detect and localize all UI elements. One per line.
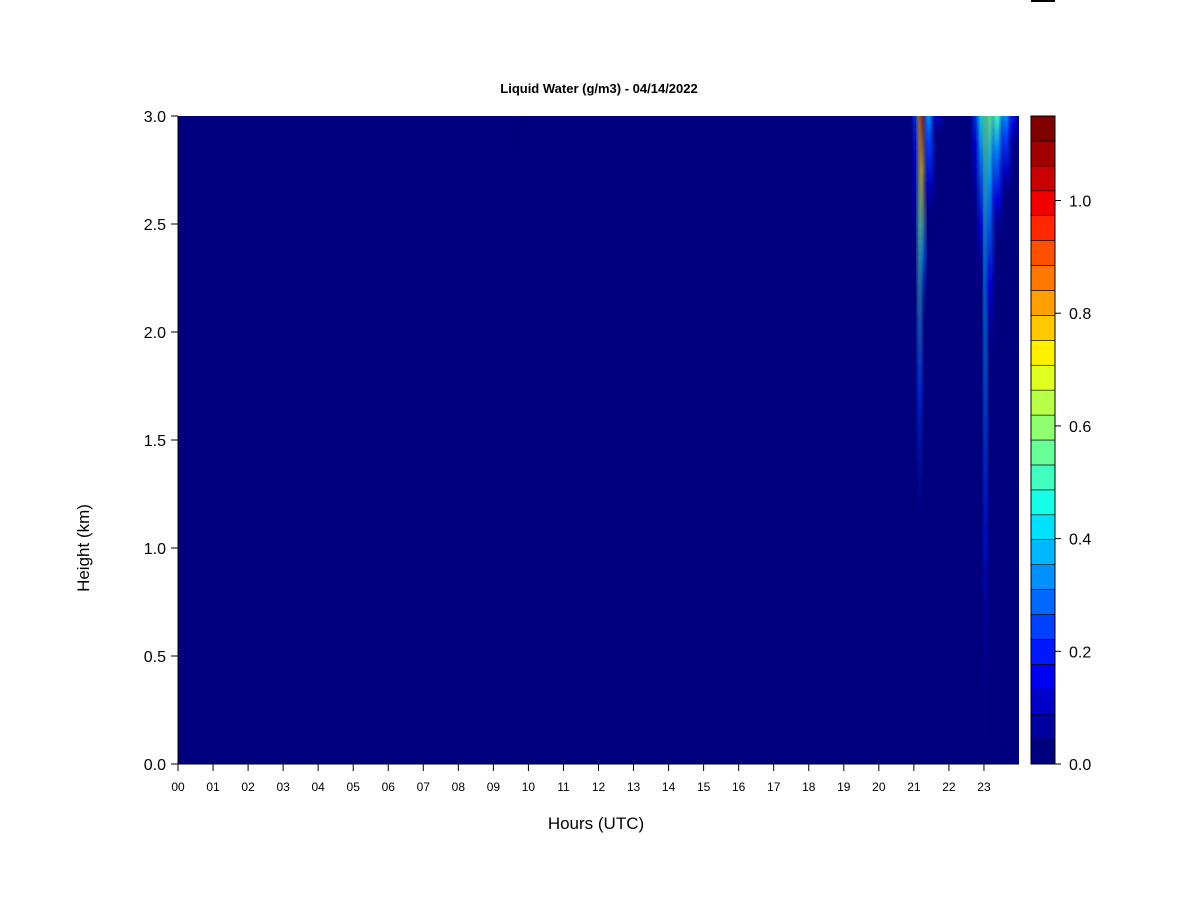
colorbar-tick-label: 0.2 xyxy=(1069,644,1091,661)
colorbar-swatch xyxy=(1030,639,1056,665)
heatmap-feature xyxy=(1001,116,1011,203)
colorbar-swatch xyxy=(1030,514,1056,540)
heatmap-feature xyxy=(513,116,516,278)
liquid-water-chart: Liquid Water (g/m3) - 04/14/2022 0.0 0.5 1… xyxy=(74,81,1091,833)
x-tick-label: 13 xyxy=(627,780,641,794)
y-tick-label: 3.0 xyxy=(144,109,166,126)
colorbar-swatch xyxy=(1030,340,1056,366)
colorbar-tick-label: 0.6 xyxy=(1069,419,1091,436)
x-tick-label: 15 xyxy=(697,780,711,794)
x-tick-label: 12 xyxy=(592,780,606,794)
colorbar-swatch xyxy=(1030,115,1056,142)
heatmap-feature xyxy=(925,116,934,224)
colorbar-swatch xyxy=(1030,290,1056,316)
colorbar-swatch xyxy=(1030,464,1056,491)
colorbar-tick-label: 0.0 xyxy=(1069,757,1091,774)
colorbar-swatch xyxy=(1030,389,1056,416)
x-tick-label: 04 xyxy=(311,780,325,794)
x-tick-label: 17 xyxy=(767,780,781,794)
x-tick-label: 08 xyxy=(452,780,466,794)
colorbar-swatch xyxy=(1030,265,1056,291)
colorbar-swatch xyxy=(1030,664,1056,690)
x-tick-label: 09 xyxy=(487,780,501,794)
colorbar-tick-label: 1.0 xyxy=(1069,194,1091,211)
x-tick-label: 19 xyxy=(837,780,851,794)
x-axis-label: Hours (UTC) xyxy=(548,814,644,833)
x-tick-label: 02 xyxy=(241,780,255,794)
x-tick-label: 11 xyxy=(557,780,570,794)
colorbar-swatch xyxy=(1030,190,1056,216)
x-tick-label: 03 xyxy=(276,780,290,794)
colorbar-swatch xyxy=(1030,315,1056,341)
heatmap-feature xyxy=(978,116,984,289)
y-tick-label: 2.0 xyxy=(144,325,166,342)
colorbar-swatch xyxy=(1030,738,1056,765)
y-tick-label: 1.0 xyxy=(144,541,166,558)
x-tick-label: 05 xyxy=(347,780,361,794)
heatmap-feature xyxy=(986,116,993,376)
heatmap-feature xyxy=(983,116,987,764)
x-tick-label: 10 xyxy=(522,780,536,794)
y-tick-label: 2.5 xyxy=(144,217,166,234)
colorbar-swatch xyxy=(1030,614,1056,640)
colorbar-swatch xyxy=(1030,215,1056,241)
x-tick-label: 07 xyxy=(417,780,431,794)
x-tick-label: 18 xyxy=(802,780,816,794)
colorbar-tick-label: 0.4 xyxy=(1069,532,1091,549)
colorbar-swatch xyxy=(1030,489,1056,516)
colorbar-swatch xyxy=(1030,364,1056,391)
colorbar-swatch xyxy=(1030,539,1056,565)
colorbar-swatch xyxy=(1030,439,1056,466)
x-tick-label: 22 xyxy=(942,780,956,794)
heatmap-feature xyxy=(973,116,979,224)
colorbar-swatch xyxy=(1030,589,1056,615)
y-tick-label: 0.0 xyxy=(144,757,166,774)
heatmap-feature xyxy=(913,116,919,268)
colorbar-swatch xyxy=(1030,713,1056,740)
y-axis-label: Height (km) xyxy=(74,504,93,592)
x-tick-label: 21 xyxy=(907,780,921,794)
colorbar-swatch xyxy=(1030,165,1056,192)
y-tick-label: 0.5 xyxy=(144,649,166,666)
y-axis: 0.0 0.5 1.0 1.5 2.0 2.5 3.0 xyxy=(144,109,179,774)
x-tick-label: 00 xyxy=(171,780,185,794)
heatmap-background xyxy=(178,116,1019,764)
heatmap-feature xyxy=(918,116,922,548)
x-tick-label: 16 xyxy=(732,780,746,794)
heatmap-feature xyxy=(992,116,1002,246)
heatmap-feature xyxy=(921,116,926,332)
heatmap-feature xyxy=(1010,116,1016,160)
colorbar-swatch xyxy=(1030,564,1056,590)
colorbar-swatch xyxy=(1030,140,1056,167)
chart-title: Liquid Water (g/m3) - 04/14/2022 xyxy=(500,81,697,96)
colorbar-swatch xyxy=(1030,688,1056,715)
x-tick-label: 20 xyxy=(872,780,886,794)
colorbar-swatch xyxy=(1030,414,1056,441)
colorbar: 0.0 0.2 0.4 0.6 0.8 1.0 xyxy=(1030,115,1091,774)
x-axis: 00 01 02 03 04 05 06 07 08 09 10 11 12 13 14 15 16 17 18 19… xyxy=(171,763,1019,794)
plot-area xyxy=(178,116,1019,764)
x-tick-label: 23 xyxy=(977,780,991,794)
colorbar-swatch xyxy=(1030,240,1056,266)
heatmap-feature xyxy=(523,116,526,181)
y-tick-label: 1.5 xyxy=(144,433,166,450)
colorbar-tick-label: 0.8 xyxy=(1069,306,1091,323)
x-tick-label: 01 xyxy=(206,780,220,794)
x-tick-label: 06 xyxy=(382,780,396,794)
heatmap-feature xyxy=(933,116,942,149)
x-tick-label: 14 xyxy=(662,780,676,794)
